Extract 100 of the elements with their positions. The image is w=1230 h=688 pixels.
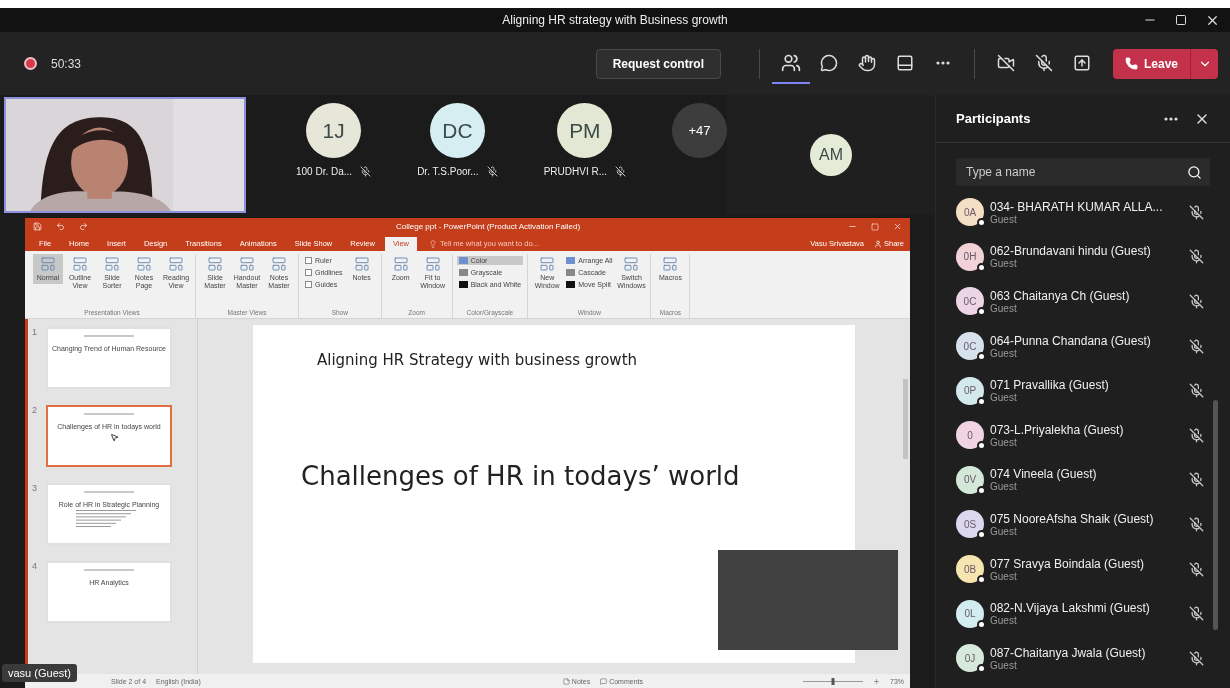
- participant-name: 077 Sravya Boindala (Guest): [990, 556, 1146, 571]
- avatar: 0H: [956, 242, 984, 271]
- zoom-thumb[interactable]: [831, 677, 835, 685]
- avatar: 0A: [956, 198, 984, 227]
- more-participants-badge[interactable]: +47: [672, 103, 727, 158]
- avatar: 0C: [956, 287, 984, 316]
- participant-name: 087-Chaitanya Jwala (Guest): [990, 645, 1147, 660]
- header-line: [84, 335, 134, 337]
- participant-name: 073-L.Priyalekha (Guest): [990, 422, 1125, 437]
- layout-icon: [424, 256, 441, 272]
- mic-off-icon: [486, 166, 498, 177]
- window-title: College ppt - PowerPoint (Product Activation Failed): [395, 222, 581, 231]
- avatar: 1J: [306, 103, 362, 158]
- layout-icon: [353, 256, 370, 272]
- participant-role: Guest: [990, 347, 1018, 359]
- save-icon[interactable]: [33, 222, 42, 231]
- request-control-button[interactable]: Request control: [595, 48, 721, 79]
- mic-off-icon: [1189, 338, 1204, 354]
- participant-role: Guest: [990, 525, 1018, 537]
- layout-icon: [72, 256, 88, 272]
- avatar: 0J: [956, 644, 984, 673]
- lightbulb-icon: [429, 239, 437, 248]
- close-icon[interactable]: [893, 222, 902, 231]
- participant-role: Guest: [990, 303, 1018, 314]
- swatch-icon: [566, 269, 576, 276]
- layout-icon: [168, 256, 184, 272]
- mic-off-icon: [1189, 204, 1204, 220]
- participant-role: Guest: [990, 213, 1018, 225]
- status-icon: [977, 441, 986, 451]
- window-title: Aligning HR strategy with Business growth: [502, 13, 728, 27]
- participant-name: 064-Punna Chandana (Guest): [990, 333, 1152, 348]
- mic-off-icon: [1189, 472, 1204, 488]
- search-field[interactable]: Type a name: [956, 158, 1210, 186]
- participant-name: 062-Brundavani hindu (Guest): [990, 244, 1152, 259]
- layout-icon: [539, 256, 556, 272]
- status-icon: [977, 352, 986, 362]
- avatar: 0: [956, 421, 984, 450]
- maximize-button[interactable]: [1175, 14, 1187, 26]
- layout-icon: [207, 256, 223, 272]
- mic-off-icon: [360, 166, 372, 177]
- status-icon: [977, 218, 986, 228]
- status-icon: [977, 396, 986, 406]
- avatar: PM: [557, 103, 613, 158]
- participant-name: 034- BHARATH KUMAR ALLA...: [990, 199, 1164, 214]
- redo-icon[interactable]: [79, 222, 88, 231]
- layout-icon: [104, 256, 120, 272]
- mic-off-icon: [1189, 249, 1204, 265]
- status-icon: [977, 485, 986, 495]
- layout-icon: [271, 256, 287, 272]
- checkbox[interactable]: [305, 257, 312, 264]
- mic-off-icon: [615, 166, 626, 177]
- swatch-icon: [458, 269, 468, 276]
- participant-name: 071 Pravallika (Guest): [990, 378, 1110, 393]
- participant-name: 074 Vineela (Guest): [990, 467, 1098, 482]
- avatar: 0C: [956, 332, 984, 361]
- header-line: [84, 413, 134, 415]
- swatch-icon: [566, 257, 576, 264]
- participant-role: Guest: [990, 258, 1018, 270]
- mic-off-icon: [1189, 606, 1204, 622]
- more-icon: [1164, 116, 1178, 121]
- swatch-icon: [458, 281, 468, 288]
- participant-role: Guest: [990, 481, 1018, 493]
- slide-heading: Aligning HR Strategy with business growth: [317, 351, 639, 369]
- status-icon: [977, 575, 986, 585]
- maximize-icon: [1175, 14, 1187, 26]
- participant-name: 082-N.Vijaya Lakshmi (Guest): [990, 601, 1151, 616]
- avatar: 0S: [956, 510, 984, 539]
- hand-icon: [857, 53, 876, 72]
- camera-off-icon: [996, 53, 1015, 72]
- participant-name: 075 NooreAfsha Shaik (Guest): [990, 511, 1155, 526]
- checkbox[interactable]: [305, 269, 312, 276]
- layout-icon: [392, 256, 409, 272]
- layout-icon: [136, 256, 152, 272]
- mic-off-icon: [1189, 650, 1204, 666]
- slide-title: Challenges of HR in todays’ world: [301, 461, 741, 491]
- leave-options-button[interactable]: [1190, 48, 1218, 79]
- status-icon: [977, 530, 986, 540]
- person-icon: [874, 239, 882, 248]
- slide-number: 3: [32, 483, 38, 495]
- scrollbar[interactable]: [1213, 400, 1218, 630]
- participant-name: Dr. T.S.Poor...: [417, 166, 479, 177]
- cursor-icon: [110, 433, 119, 442]
- chat-icon: [819, 53, 838, 72]
- participant-name: PRUDHVI R...: [543, 166, 607, 177]
- checkbox[interactable]: [305, 281, 312, 288]
- avatar: AM: [810, 134, 852, 176]
- presenter-label: vasu (Guest): [2, 664, 77, 682]
- undo-icon[interactable]: [56, 222, 65, 231]
- scrollbar[interactable]: [903, 379, 908, 459]
- slide-number: 1: [32, 327, 38, 339]
- avatar: DC: [429, 103, 485, 158]
- layout-icon: [662, 256, 679, 272]
- more-button[interactable]: [1164, 116, 1178, 121]
- leave-button[interactable]: Leave: [1112, 48, 1190, 79]
- participant-role: Guest: [990, 570, 1017, 582]
- swatch-icon: [458, 257, 468, 264]
- participant-name: 063 Chaitanya Ch (Guest): [990, 289, 1131, 303]
- share-tray-icon: [1072, 53, 1091, 72]
- note-icon: [562, 677, 570, 685]
- avatar: 0V: [956, 465, 984, 494]
